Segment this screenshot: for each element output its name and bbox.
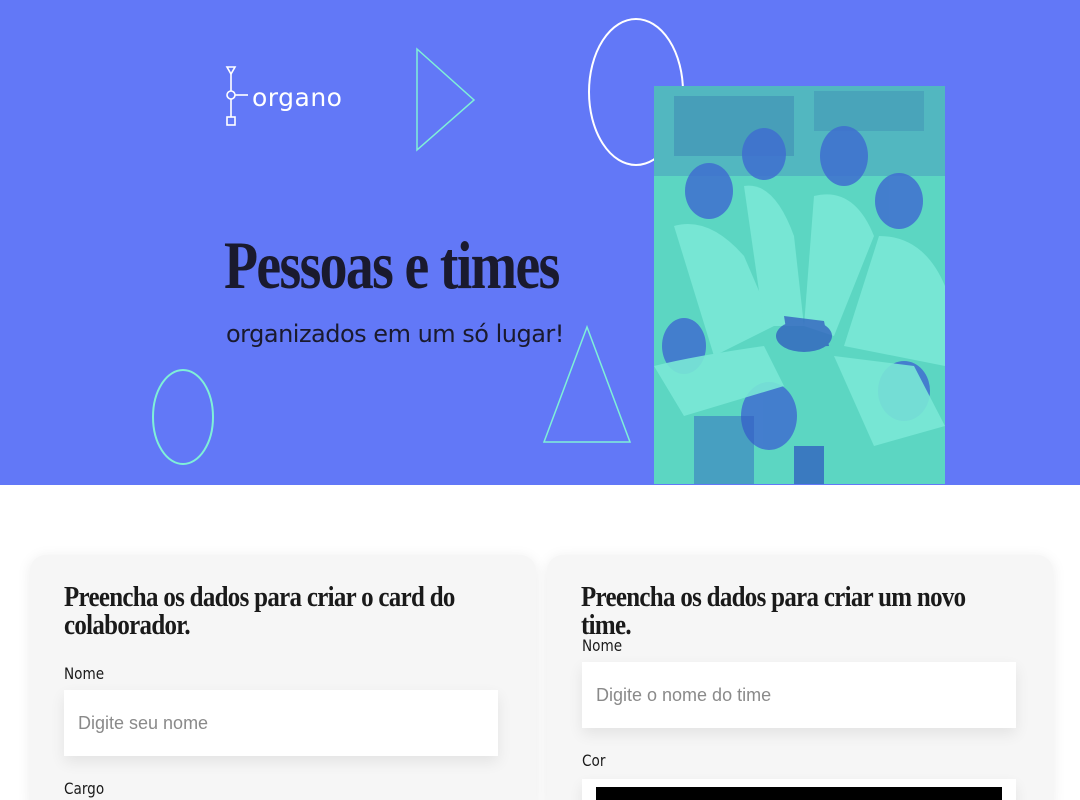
team-name-input[interactable] xyxy=(582,662,1016,728)
team-color-picker[interactable] xyxy=(582,779,1016,800)
hero-subline: organizados em um só lugar! xyxy=(226,320,564,348)
hero-headline: Pessoas e times xyxy=(224,227,560,303)
logo[interactable]: organo xyxy=(224,64,342,130)
team-name-label: Nome xyxy=(582,636,623,655)
team-hands-photo xyxy=(654,86,945,484)
organogram-icon xyxy=(225,66,248,126)
team-form-title: Preencha os dados para criar um novo tim… xyxy=(581,581,966,641)
collaborator-form-title: Preencha os dados para criar o card do c… xyxy=(64,581,455,641)
collaborator-name-input[interactable] xyxy=(64,690,498,756)
collaborator-name-label: Nome xyxy=(64,664,105,683)
collaborator-form-card: Preencha os dados para criar o card do c… xyxy=(30,555,536,800)
logo-text: organo xyxy=(252,82,343,112)
collaborator-role-label: Cargo xyxy=(64,779,105,798)
hero-banner: organo Pessoas e times organizados em um… xyxy=(0,0,1080,485)
team-photo-illustration xyxy=(654,86,945,484)
triangle-right-decoration xyxy=(416,47,476,152)
team-color-swatch[interactable] xyxy=(596,787,1002,800)
circle-decoration-bottom xyxy=(152,369,214,465)
team-form-card: Preencha os dados para criar um novo tim… xyxy=(547,555,1053,800)
team-color-label: Cor xyxy=(582,751,606,770)
